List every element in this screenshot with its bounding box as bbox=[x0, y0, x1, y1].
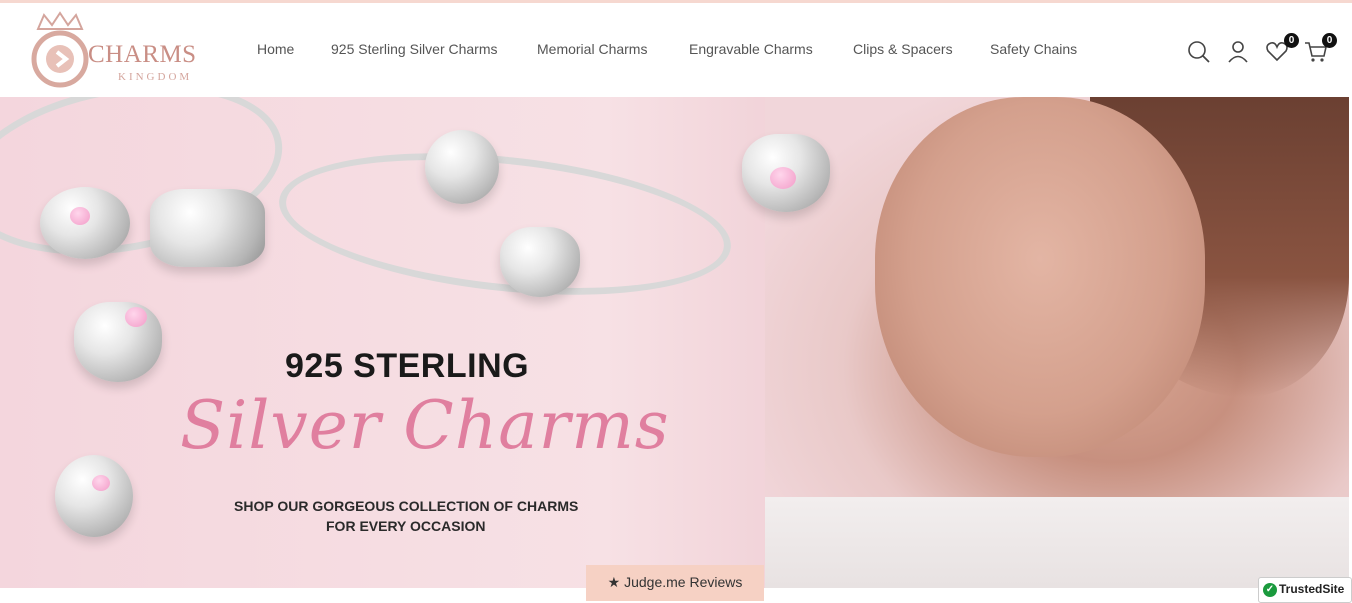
paw-heart-charm-image bbox=[500, 227, 580, 297]
clasp-charm-image bbox=[425, 130, 499, 204]
search-icon bbox=[1188, 41, 1210, 63]
hero-banner[interactable]: 925 STERLING Silver Charms SHOP OUR GORG… bbox=[0, 97, 1349, 588]
nav-clips-spacers[interactable]: Clips & Spacers bbox=[853, 41, 953, 57]
search-button[interactable] bbox=[1186, 39, 1212, 65]
foot-charm-image bbox=[150, 189, 265, 267]
hero-model-face bbox=[875, 97, 1205, 457]
site-header: CHARMS KINGDOM Home 925 Sterling Silver … bbox=[0, 3, 1352, 97]
trustedsite-badge[interactable]: ✓ TrustedSite bbox=[1258, 577, 1352, 603]
trustedsite-label: TrustedSite bbox=[1279, 582, 1345, 596]
cart-button[interactable]: 0 bbox=[1303, 33, 1337, 65]
hero-subtitle-line2: FOR EVERY OCCASION bbox=[326, 518, 486, 534]
nav-home[interactable]: Home bbox=[257, 41, 294, 57]
pink-gem bbox=[70, 207, 90, 225]
cart-count-badge: 0 bbox=[1322, 33, 1337, 48]
brand-tagline: KINGDOM bbox=[118, 71, 193, 83]
checkmark-icon: ✓ bbox=[1263, 582, 1277, 597]
pink-gem bbox=[770, 167, 796, 189]
nav-sterling-silver-charms[interactable]: 925 Sterling Silver Charms bbox=[331, 41, 498, 57]
infinity-bead-charm-image bbox=[55, 455, 133, 537]
account-button[interactable] bbox=[1226, 39, 1252, 65]
brand-logo[interactable]: CHARMS KINGDOM bbox=[30, 11, 210, 89]
wishlist-count-badge: 0 bbox=[1284, 33, 1299, 48]
hero-title-line2: Silver Charms bbox=[180, 387, 670, 464]
hero-subtitle-line1: SHOP OUR GORGEOUS COLLECTION OF CHARMS bbox=[234, 498, 579, 514]
pink-gem bbox=[125, 307, 147, 327]
bracelet-image bbox=[272, 133, 738, 315]
brand-name: CHARMS bbox=[88, 41, 197, 68]
hero-title-line1: 925 STERLING bbox=[285, 347, 530, 385]
nav-engravable-charms[interactable]: Engravable Charms bbox=[689, 41, 813, 57]
nav-memorial-charms[interactable]: Memorial Charms bbox=[537, 41, 647, 57]
mother-heart-charm-image bbox=[74, 302, 162, 382]
hero-model-top bbox=[765, 497, 1349, 588]
nav-safety-chains[interactable]: Safety Chains bbox=[990, 41, 1077, 57]
wishlist-button[interactable]: 0 bbox=[1265, 33, 1299, 65]
judgeme-reviews-tab[interactable]: ★ Judge.me Reviews bbox=[586, 565, 764, 601]
pink-gem bbox=[92, 475, 110, 491]
user-icon bbox=[1228, 41, 1248, 63]
